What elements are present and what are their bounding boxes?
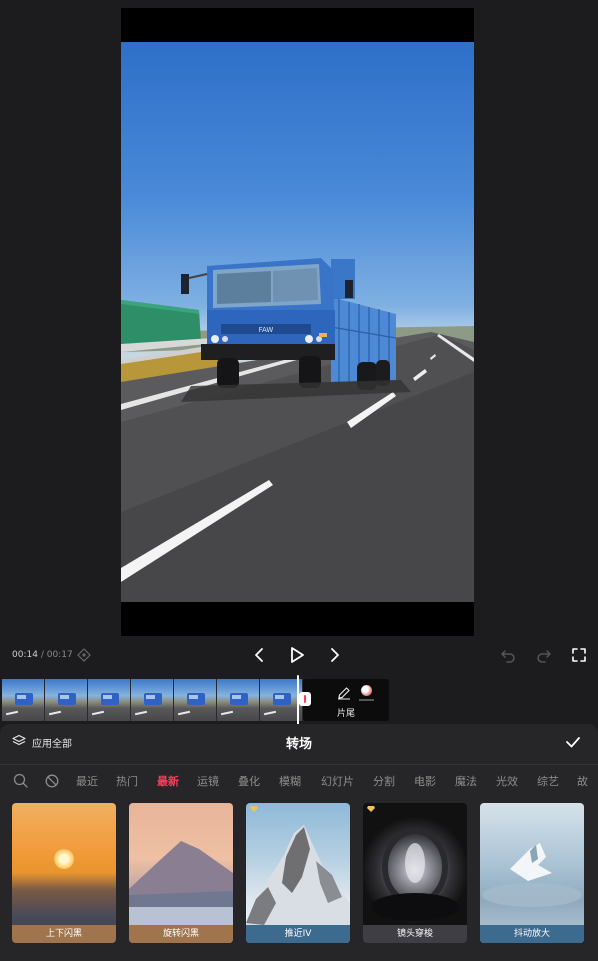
undo-button[interactable]: [500, 647, 516, 663]
apply-all-button[interactable]: 应用全部: [12, 734, 72, 751]
tab-variety[interactable]: 综艺: [537, 773, 559, 789]
category-tabs: 最近 热门 最新 运镜 叠化 模糊 幻灯片 分割 电影 魔法 光效 综艺 故: [0, 770, 598, 792]
clip-thumbnail: [217, 679, 260, 721]
panel-divider: [0, 764, 598, 765]
tab-blur[interactable]: 模糊: [279, 773, 301, 789]
apply-all-label: 应用全部: [32, 739, 72, 750]
clip-thumbnail: [174, 679, 217, 721]
transition-card[interactable]: 上下闪黑: [12, 803, 116, 943]
shaky-zoom-thumbnail: [482, 843, 582, 907]
fullscreen-button[interactable]: [571, 647, 587, 663]
clip-thumbnail: [88, 679, 131, 721]
preview-frame: FAW: [121, 42, 474, 602]
play-icon: [288, 646, 306, 664]
time-display: 00:14 / 00:17: [12, 650, 73, 660]
sunset-thumbnail: [54, 849, 74, 869]
ending-divider: [359, 699, 374, 701]
tab-recent[interactable]: 最近: [76, 773, 98, 789]
transition-label: 旋转闪黑: [129, 925, 233, 943]
tab-magic[interactable]: 魔法: [455, 773, 477, 789]
clip-thumbnail: [2, 679, 45, 721]
tab-movie[interactable]: 电影: [414, 773, 436, 789]
ending-clip[interactable]: 片尾: [303, 679, 389, 721]
diamond-badge-icon: [367, 806, 375, 812]
clip-thumbnail: [45, 679, 88, 721]
video-clip[interactable]: [2, 679, 303, 721]
redo-button[interactable]: [536, 647, 552, 663]
transition-card[interactable]: 镜头穿梭: [363, 803, 467, 943]
time-separator: /: [40, 650, 44, 660]
diamond-icon: [77, 648, 91, 662]
layers-icon: [12, 734, 26, 751]
video-preview[interactable]: FAW: [121, 8, 474, 636]
transition-card[interactable]: 旋转闪黑: [129, 803, 233, 943]
transition-label: 镜头穿梭: [363, 925, 467, 943]
check-icon: [565, 735, 581, 754]
none-icon[interactable]: [45, 773, 59, 792]
tab-slideshow[interactable]: 幻灯片: [321, 773, 354, 789]
tab-split[interactable]: 分割: [373, 773, 395, 789]
chevron-left-icon: [252, 647, 268, 663]
tab-camera-move[interactable]: 运镜: [197, 773, 219, 789]
tab-more[interactable]: 故: [577, 773, 588, 789]
current-time: 00:14: [12, 650, 38, 660]
transition-panel: 应用全部 转场 最近 热门 最新 运镜 叠化 模糊 幻灯片 分割 电影 魔法 光…: [0, 724, 598, 961]
timeline-track[interactable]: 片尾: [0, 675, 598, 725]
clip-thumbnail: [131, 679, 174, 721]
next-frame-button[interactable]: [326, 647, 342, 663]
confirm-button[interactable]: [565, 734, 581, 754]
chevron-right-icon: [326, 647, 342, 663]
tunnel-thumbnail: [371, 828, 459, 921]
tab-light-effect[interactable]: 光效: [496, 773, 518, 789]
transition-label: 上下闪黑: [12, 925, 116, 943]
mountain-thumbnail: [129, 841, 233, 925]
pencil-icon: [337, 685, 351, 704]
previous-frame-button[interactable]: [252, 647, 268, 663]
tab-dissolve[interactable]: 叠化: [238, 773, 260, 789]
transition-marker[interactable]: [299, 692, 311, 706]
avatar: [361, 685, 372, 696]
tab-newest[interactable]: 最新: [157, 773, 179, 789]
svg-text:FAW: FAW: [259, 326, 274, 334]
transition-card[interactable]: 推近IV: [246, 803, 350, 943]
ending-label: 片尾: [337, 709, 356, 719]
diamond-badge-icon: [250, 806, 258, 812]
play-button[interactable]: [288, 646, 306, 664]
transition-card[interactable]: 抖动放大: [480, 803, 584, 943]
transition-grid: 上下闪黑 旋转闪黑 推近IV 镜头穿梭 抖动放大: [0, 803, 598, 943]
tab-hot[interactable]: 热门: [116, 773, 138, 789]
transition-label: 推近IV: [246, 925, 350, 943]
snow-peak-thumbnail: [246, 825, 350, 925]
undo-icon: [500, 647, 516, 663]
panel-title: 转场: [285, 737, 312, 752]
total-time: 00:17: [46, 650, 73, 660]
transition-label: 抖动放大: [480, 925, 584, 943]
fullscreen-icon: [571, 647, 587, 663]
keyframe-button[interactable]: [77, 648, 91, 662]
redo-icon: [536, 647, 552, 663]
search-icon[interactable]: [13, 773, 28, 792]
